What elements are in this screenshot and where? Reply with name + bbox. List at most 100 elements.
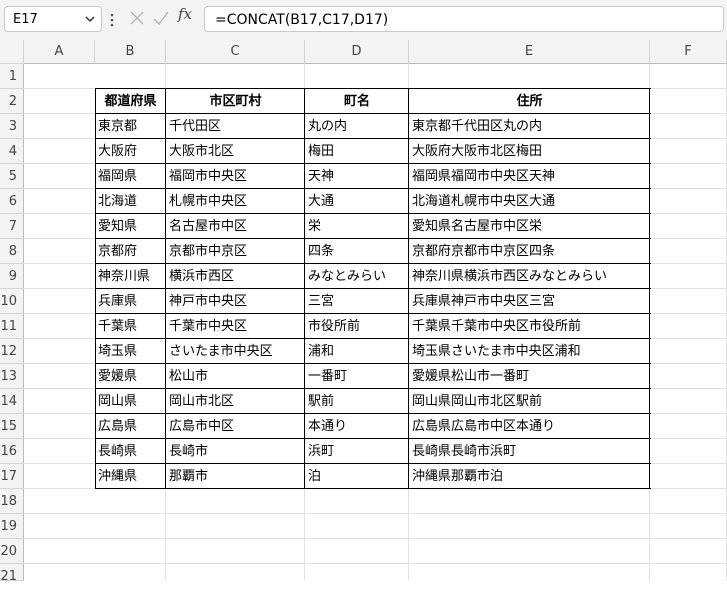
row-header-1[interactable]: 1	[0, 64, 24, 89]
table-cell[interactable]: 愛媛県	[95, 364, 166, 389]
table-cell[interactable]: 愛知県	[95, 214, 166, 239]
table-cell[interactable]: 埼玉県さいたま市中央区浦和	[409, 339, 650, 364]
table-cell[interactable]: 神奈川県横浜市西区みなとみらい	[409, 264, 650, 289]
table-cell[interactable]: 沖縄県那覇市泊	[409, 464, 650, 489]
row-header-9[interactable]: 9	[0, 264, 24, 289]
row-header-6[interactable]: 6	[0, 189, 24, 214]
table-cell[interactable]: 愛媛県松山市一番町	[409, 364, 650, 389]
table-cell[interactable]: 長崎県	[95, 439, 166, 464]
table-cell[interactable]: 松山市	[166, 364, 305, 389]
row-header-21[interactable]: 21	[0, 564, 24, 584]
table-cell[interactable]: 浦和	[305, 339, 409, 364]
table-cell[interactable]: 大阪府	[95, 139, 166, 164]
table-cell[interactable]: 四条	[305, 239, 409, 264]
row-header-15[interactable]: 15	[0, 414, 24, 439]
table-cell[interactable]: 沖縄県	[95, 464, 166, 489]
table-cell[interactable]: 千葉県	[95, 314, 166, 339]
enter-check-icon[interactable]	[152, 9, 170, 27]
table-cell[interactable]: 長崎市	[166, 439, 305, 464]
table-cell[interactable]: 広島県	[95, 414, 166, 439]
row-header-20[interactable]: 20	[0, 539, 24, 564]
column-header-B[interactable]: B	[95, 40, 166, 64]
table-cell[interactable]: 兵庫県	[95, 289, 166, 314]
table-cell[interactable]: 岡山県	[95, 389, 166, 414]
table-cell[interactable]: みなとみらい	[305, 264, 409, 289]
row-header-8[interactable]: 8	[0, 239, 24, 264]
formula-input[interactable]: =CONCAT(B17,C17,D17)	[204, 6, 724, 32]
table-cell[interactable]: 天神	[305, 164, 409, 189]
table-cell[interactable]: 市役所前	[305, 314, 409, 339]
chevron-down-icon[interactable]	[83, 10, 97, 28]
table-cell[interactable]: 一番町	[305, 364, 409, 389]
table-cell[interactable]: 長崎県長崎市浜町	[409, 439, 650, 464]
table-header-cell[interactable]: 住所	[409, 89, 650, 114]
row-header-12[interactable]: 12	[0, 339, 24, 364]
table-cell[interactable]: 広島市中区	[166, 414, 305, 439]
table-cell[interactable]: 名古屋市中区	[166, 214, 305, 239]
table-cell[interactable]: 千代田区	[166, 114, 305, 139]
table-cell[interactable]: 東京都千代田区丸の内	[409, 114, 650, 139]
row-header-10[interactable]: 10	[0, 289, 24, 314]
more-options-icon[interactable]	[110, 12, 114, 28]
column-header-C[interactable]: C	[166, 40, 305, 64]
table-cell[interactable]: 兵庫県神戸市中央区三宮	[409, 289, 650, 314]
table-cell[interactable]: 駅前	[305, 389, 409, 414]
name-box[interactable]: E17	[4, 6, 102, 32]
table-header-cell[interactable]: 市区町村	[166, 89, 305, 114]
table-header-cell[interactable]: 都道府県	[95, 89, 166, 114]
table-cell[interactable]: 岡山県岡山市北区駅前	[409, 389, 650, 414]
select-all-corner[interactable]	[0, 40, 24, 64]
table-cell[interactable]: 愛知県名古屋市中区栄	[409, 214, 650, 239]
table-cell[interactable]: 福岡県福岡市中央区天神	[409, 164, 650, 189]
table-cell[interactable]: 横浜市西区	[166, 264, 305, 289]
table-cell[interactable]: 岡山市北区	[166, 389, 305, 414]
row-header-18[interactable]: 18	[0, 489, 24, 514]
table-cell[interactable]: 栄	[305, 214, 409, 239]
cancel-icon[interactable]	[128, 9, 146, 27]
table-cell[interactable]: 京都府	[95, 239, 166, 264]
table-cell[interactable]: 大阪府大阪市北区梅田	[409, 139, 650, 164]
table-border	[649, 88, 650, 489]
table-cell[interactable]: 広島県広島市中区本通り	[409, 414, 650, 439]
table-cell[interactable]: 北海道札幌市中央区大通	[409, 189, 650, 214]
table-cell[interactable]: 大通	[305, 189, 409, 214]
table-cell[interactable]: 北海道	[95, 189, 166, 214]
table-cell[interactable]: 神奈川県	[95, 264, 166, 289]
table-cell[interactable]: 札幌市中央区	[166, 189, 305, 214]
table-cell[interactable]: 東京都	[95, 114, 166, 139]
insert-function-icon[interactable]: fx	[178, 5, 192, 23]
table-cell[interactable]: 梅田	[305, 139, 409, 164]
table-cell[interactable]: さいたま市中央区	[166, 339, 305, 364]
row-header-17[interactable]: 17	[0, 464, 24, 489]
row-header-16[interactable]: 16	[0, 439, 24, 464]
table-cell[interactable]: 那覇市	[166, 464, 305, 489]
table-cell[interactable]: 三宮	[305, 289, 409, 314]
table-cell[interactable]: 千葉市中央区	[166, 314, 305, 339]
table-cell[interactable]: 京都府京都市中京区四条	[409, 239, 650, 264]
row-header-5[interactable]: 5	[0, 164, 24, 189]
table-cell[interactable]: 大阪市北区	[166, 139, 305, 164]
row-header-13[interactable]: 13	[0, 364, 24, 389]
table-cell[interactable]: 泊	[305, 464, 409, 489]
table-cell[interactable]: 神戸市中央区	[166, 289, 305, 314]
row-header-3[interactable]: 3	[0, 114, 24, 139]
table-cell[interactable]: 埼玉県	[95, 339, 166, 364]
column-header-E[interactable]: E	[409, 40, 650, 64]
row-header-19[interactable]: 19	[0, 514, 24, 539]
row-header-4[interactable]: 4	[0, 139, 24, 164]
table-header-cell[interactable]: 町名	[305, 89, 409, 114]
table-cell[interactable]: 丸の内	[305, 114, 409, 139]
table-cell[interactable]: 福岡県	[95, 164, 166, 189]
table-cell[interactable]: 浜町	[305, 439, 409, 464]
column-header-F[interactable]: F	[650, 40, 727, 64]
table-cell[interactable]: 本通り	[305, 414, 409, 439]
row-header-11[interactable]: 11	[0, 314, 24, 339]
row-header-7[interactable]: 7	[0, 214, 24, 239]
column-header-D[interactable]: D	[305, 40, 409, 64]
row-header-2[interactable]: 2	[0, 89, 24, 114]
column-header-A[interactable]: A	[24, 40, 95, 64]
table-cell[interactable]: 京都市中京区	[166, 239, 305, 264]
table-cell[interactable]: 福岡市中央区	[166, 164, 305, 189]
table-cell[interactable]: 千葉県千葉市中央区市役所前	[409, 314, 650, 339]
row-header-14[interactable]: 14	[0, 389, 24, 414]
